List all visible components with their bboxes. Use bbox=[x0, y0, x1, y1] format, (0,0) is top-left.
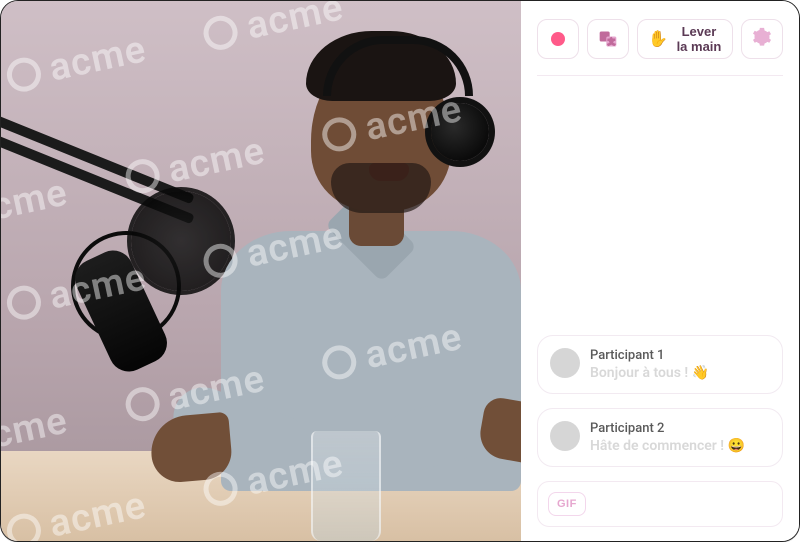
chat-sender-name: Participant 2 bbox=[590, 421, 745, 436]
avatar bbox=[550, 421, 580, 451]
chat-sender-name: Participant 1 bbox=[590, 348, 709, 363]
gif-label: GIF bbox=[557, 498, 577, 510]
translate-button[interactable]: A 文 bbox=[587, 19, 629, 59]
chat-messages: Participant 1 Bonjour à tous ! 👋 Partici… bbox=[537, 335, 783, 467]
chat-message: Participant 2 Hâte de commencer ! 😀 bbox=[537, 408, 783, 467]
record-icon bbox=[551, 32, 565, 46]
toolbar: A 文 ✋ Lever la main bbox=[537, 19, 783, 59]
hand-icon: ✋ bbox=[648, 29, 668, 49]
settings-button[interactable] bbox=[741, 19, 783, 59]
translate-icon: A 文 bbox=[598, 29, 618, 49]
raise-hand-label: Lever la main bbox=[676, 24, 722, 54]
avatar bbox=[550, 348, 580, 378]
chat-message-text: Hâte de commencer ! 😀 bbox=[590, 438, 745, 454]
chat-message-text: Bonjour à tous ! 👋 bbox=[590, 365, 709, 381]
record-button[interactable] bbox=[537, 19, 579, 59]
gear-icon bbox=[752, 27, 772, 52]
sidebar: A 文 ✋ Lever la main bbox=[521, 1, 799, 541]
gif-button[interactable]: GIF bbox=[548, 492, 586, 516]
raise-hand-button[interactable]: ✋ Lever la main bbox=[637, 19, 733, 59]
video-pane: acme acme acme acme acme acme acme acme … bbox=[1, 1, 521, 541]
video-still bbox=[1, 1, 521, 541]
app-frame: acme acme acme acme acme acme acme acme … bbox=[0, 0, 800, 542]
svg-text:文: 文 bbox=[608, 37, 615, 46]
chat-message: Participant 1 Bonjour à tous ! 👋 bbox=[537, 335, 783, 394]
chat-composer[interactable]: GIF bbox=[537, 481, 783, 527]
